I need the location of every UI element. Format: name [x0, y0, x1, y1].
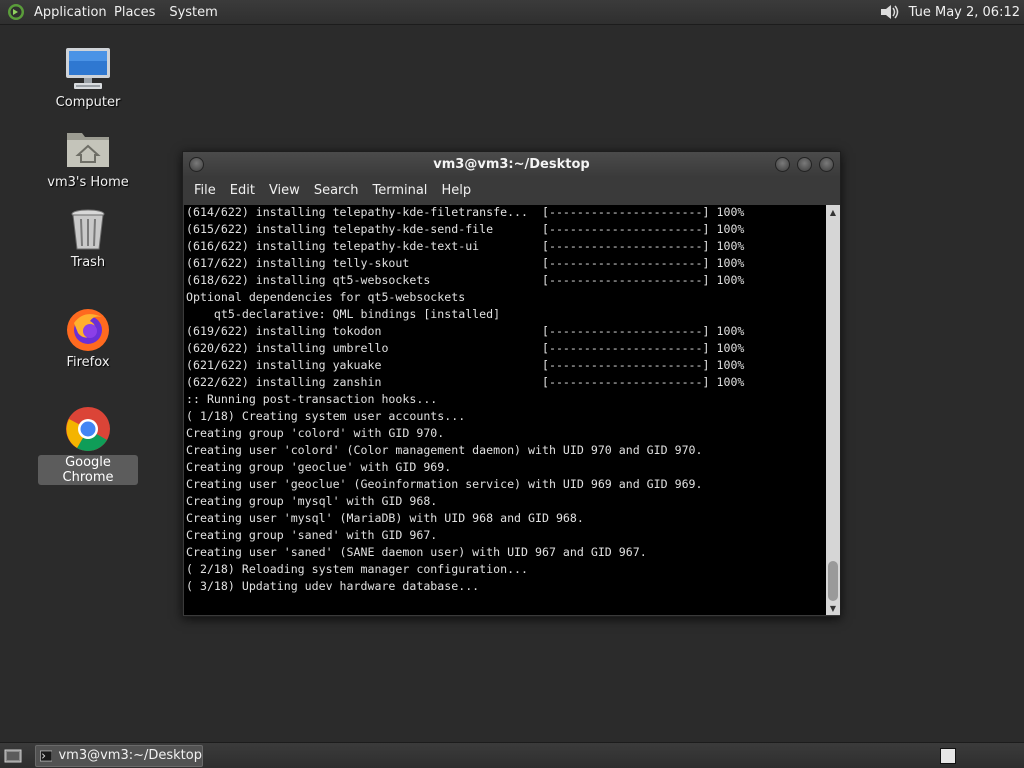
terminal-line: Creating user 'geoclue' (Geoinformation …: [186, 477, 703, 491]
terminal-line: ( 1/18) Creating system user accounts...: [186, 409, 466, 423]
bottom-panel: vm3@vm3:~/Desktop: [0, 742, 1024, 768]
terminal-line: qt5-declarative: QML bindings [installed…: [186, 307, 501, 321]
menu-view[interactable]: View: [262, 183, 307, 198]
clock[interactable]: Tue May 2, 06:12: [909, 5, 1020, 20]
main-menu-bar: Applications Places System: [0, 0, 225, 24]
minimize-button[interactable]: [775, 157, 790, 172]
terminal-line: Creating user 'saned' (SANE daemon user)…: [186, 545, 647, 559]
close-button[interactable]: [819, 157, 834, 172]
terminal-line: (615/622) installing telepathy-kde-send-…: [186, 222, 745, 236]
chrome-icon: [64, 405, 112, 453]
terminal-line: (617/622) installing telly-skout [------…: [186, 256, 745, 270]
home-folder-icon: [64, 125, 112, 173]
terminal-line: (618/622) installing qt5-websockets [---…: [186, 273, 745, 287]
desktop-icon-label: Trash: [70, 255, 106, 270]
desktop-icon-trash[interactable]: Trash: [38, 205, 138, 270]
terminal-line: (620/622) installing umbrello [---------…: [186, 341, 745, 355]
terminal-line: :: Running post-transaction hooks...: [186, 392, 438, 406]
show-desktop-icon[interactable]: [3, 746, 23, 766]
panel-tray: Tue May 2, 06:12: [879, 0, 1024, 24]
terminal-line: Creating group 'mysql' with GID 968.: [186, 494, 438, 508]
window-menubar: File Edit View Search Terminal Help: [183, 177, 840, 203]
terminal-line: ( 2/18) Reloading system manager configu…: [186, 562, 529, 576]
terminal-line: Creating user 'mysql' (MariaDB) with UID…: [186, 511, 584, 525]
window-title: vm3@vm3:~/Desktop: [433, 157, 590, 172]
desktop-icon-label: vm3's Home: [47, 175, 129, 190]
desktop-icon-chrome[interactable]: Google Chrome: [38, 405, 138, 485]
menu-file[interactable]: File: [187, 183, 223, 198]
menu-help[interactable]: Help: [434, 183, 478, 198]
terminal-scrollbar[interactable]: ▲ ▼: [826, 205, 840, 615]
terminal-line: (616/622) installing telepathy-kde-text-…: [186, 239, 745, 253]
system-menu[interactable]: System: [162, 0, 224, 24]
desktop-icon-label: Computer: [55, 95, 121, 110]
terminal-line: Creating user 'colord' (Color management…: [186, 443, 703, 457]
terminal-line: ( 3/18) Updating udev hardware database.…: [186, 579, 480, 593]
scrollbar-thumb[interactable]: [828, 561, 838, 601]
terminal-line: Creating group 'geoclue' with GID 969.: [186, 460, 452, 474]
terminal-line: Creating group 'saned' with GID 967.: [186, 528, 438, 542]
computer-icon: [64, 45, 112, 93]
terminal-lines: (614/622) installing telepathy-kde-filet…: [184, 205, 826, 595]
top-panel: Applications Places System Tue May 2, 06…: [0, 0, 1024, 25]
menu-edit[interactable]: Edit: [223, 183, 262, 198]
terminal-line: (619/622) installing tokodon [----------…: [186, 324, 745, 338]
menu-search[interactable]: Search: [307, 183, 366, 198]
trash-icon: [64, 205, 112, 253]
volume-icon[interactable]: [879, 1, 903, 23]
desktop-icon-label: Google Chrome: [38, 455, 138, 485]
applications-menu[interactable]: Applications: [32, 0, 107, 24]
maximize-button[interactable]: [797, 157, 812, 172]
window-menu-button[interactable]: [189, 157, 204, 172]
window-titlebar[interactable]: vm3@vm3:~/Desktop: [183, 152, 840, 177]
desktop-icon-home[interactable]: vm3's Home: [38, 125, 138, 190]
desktop-icon-label: Firefox: [66, 355, 110, 370]
terminal-line: (621/622) installing yakuake [----------…: [186, 358, 745, 372]
desktop-icon-firefox[interactable]: Firefox: [38, 305, 138, 370]
terminal-output[interactable]: (614/622) installing telepathy-kde-filet…: [184, 205, 826, 615]
taskbar-terminal-button[interactable]: vm3@vm3:~/Desktop: [35, 744, 203, 767]
firefox-icon: [64, 305, 112, 353]
places-menu[interactable]: Places: [107, 0, 162, 24]
terminal-line: (622/622) installing zanshin [----------…: [186, 375, 745, 389]
terminal-line: Creating group 'colord' with GID 970.: [186, 426, 445, 440]
terminal-icon: [40, 750, 53, 761]
terminal-window[interactable]: vm3@vm3:~/Desktop File Edit View Search …: [182, 151, 841, 617]
mate-logo-icon[interactable]: [6, 2, 26, 22]
menu-terminal[interactable]: Terminal: [365, 183, 434, 198]
scroll-up-arrow-icon[interactable]: ▲: [826, 205, 840, 219]
scroll-down-arrow-icon[interactable]: ▼: [826, 601, 840, 615]
desktop-icon-computer[interactable]: Computer: [38, 45, 138, 110]
taskbar-terminal-label: vm3@vm3:~/Desktop: [58, 748, 202, 763]
terminal-line: Optional dependencies for qt5-websockets: [186, 290, 466, 304]
workspace-switcher[interactable]: [940, 747, 956, 764]
terminal-line: (614/622) installing telepathy-kde-filet…: [186, 205, 745, 219]
